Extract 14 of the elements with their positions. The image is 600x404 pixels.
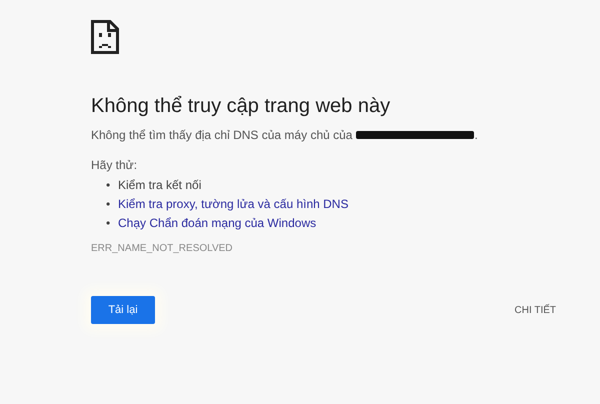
period: . <box>474 128 478 142</box>
details-button[interactable]: CHI TIẾT <box>510 300 560 320</box>
error-code: ERR_NAME_NOT_RESOLVED <box>91 243 234 254</box>
bullet: • <box>106 196 112 213</box>
suggestion-text: Kiểm tra kết nối <box>118 177 202 194</box>
bullet: • <box>106 215 112 232</box>
reload-button[interactable]: Tải lại <box>91 296 155 324</box>
suggestions-heading: Hãy thử: <box>91 158 138 172</box>
sad-page-icon <box>91 20 119 54</box>
error-message: Không thể tìm thấy địa chỉ DNS của máy chủ của <box>91 128 352 142</box>
error-title: Không thể truy cập trang web này <box>91 94 392 118</box>
suggestion-link[interactable]: Kiểm tra proxy, tường lửa và cấu hình DNS <box>118 195 348 214</box>
bullet: • <box>106 177 112 194</box>
suggestion-link[interactable]: Chạy Chẩn đoán mạng của Windows <box>118 214 316 233</box>
